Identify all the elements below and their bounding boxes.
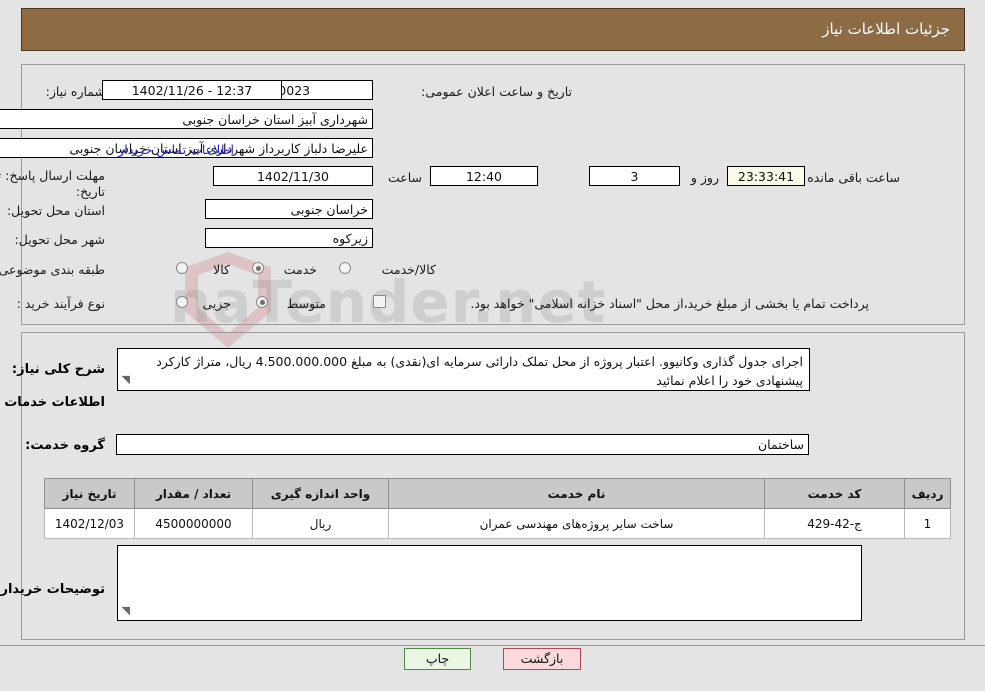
table-row: 1 ج-42-429 ساخت سایر پروژه‌های مهندسی عم… xyxy=(44,508,951,539)
col-service-code: کد خدمت xyxy=(764,478,905,509)
radio-process-motavaset[interactable] xyxy=(256,296,268,308)
label-process-type: نوع فرآیند خرید : xyxy=(16,296,105,311)
cell-service-code: ج-42-429 xyxy=(764,508,905,539)
field-delivery-province[interactable]: خراسان جنوبی xyxy=(205,199,373,219)
field-deadline-date[interactable]: 1402/11/30 xyxy=(213,166,373,186)
print-button[interactable]: چاپ xyxy=(404,648,471,670)
label-summary: شرح کلی نیاز: xyxy=(11,362,105,377)
buyer-contact-link[interactable]: اطلاعات تماس خریدار xyxy=(118,142,234,157)
col-service-name: نام خدمت xyxy=(388,478,765,509)
field-deadline-days[interactable]: 3 xyxy=(589,166,680,186)
field-buyer-org[interactable]: شهرداری آبیز استان خراسان جنوبی xyxy=(0,109,373,129)
header-bar: جزئیات اطلاعات نیاز xyxy=(21,8,965,51)
label-delivery-city: شهر محل تحویل: xyxy=(14,232,105,247)
label-category: طبقه بندی موضوعی: xyxy=(0,262,105,277)
label-delivery-province: استان محل تحویل: xyxy=(6,203,105,218)
col-need-date: تاریخ نیاز xyxy=(44,478,135,509)
cell-need-date: 1402/12/03 xyxy=(44,508,135,539)
label-treasury-note: پرداخت تمام یا بخشی از مبلغ خرید،از محل … xyxy=(470,296,869,311)
services-table: ردیف کد خدمت نام خدمت واحد اندازه گیری ت… xyxy=(44,478,951,539)
textarea-buyer-notes[interactable] xyxy=(117,545,862,621)
back-button[interactable]: بازگشت xyxy=(503,648,581,670)
label-process-jozi: جزیی xyxy=(202,296,231,311)
top-info-panel xyxy=(21,64,965,325)
radio-category-kala[interactable] xyxy=(176,262,188,274)
page-title: جزئیات اطلاعات نیاز xyxy=(822,20,950,38)
field-service-group[interactable]: ساختمان xyxy=(116,434,809,455)
col-row: ردیف xyxy=(904,478,951,509)
footer-divider xyxy=(0,645,985,646)
field-deadline-hour[interactable]: 12:40 xyxy=(430,166,538,186)
table-header-row: ردیف کد خدمت نام خدمت واحد اندازه گیری ت… xyxy=(44,478,951,509)
col-quantity: تعداد / مقدار xyxy=(134,478,253,509)
label-category-kala: کالا xyxy=(213,262,230,277)
label-days-suffix: روز و xyxy=(690,170,719,185)
checkbox-treasury-note[interactable] xyxy=(373,295,386,308)
resize-grip-buyer-notes[interactable]: ◥ xyxy=(122,604,130,617)
label-public-announce: تاریخ و ساعت اعلان عمومی: xyxy=(421,84,572,99)
cell-row: 1 xyxy=(904,508,951,539)
label-countdown-suffix: ساعت باقی مانده xyxy=(807,170,900,185)
label-deadline-hour: ساعت xyxy=(387,170,422,185)
cell-service-name: ساخت سایر پروژه‌های مهندسی عمران xyxy=(388,508,765,539)
radio-category-khedmat[interactable] xyxy=(252,262,264,274)
radio-process-jozi[interactable] xyxy=(176,296,188,308)
resize-grip-summary[interactable]: ◥ xyxy=(122,373,130,386)
label-deadline-line1: مهلت ارسال پاسخ: تا xyxy=(0,168,105,183)
label-category-khedmat: خدمت xyxy=(283,262,317,277)
label-service-group: گروه خدمت: xyxy=(25,438,105,453)
label-deadline-line2: تاریخ: xyxy=(75,184,105,199)
field-countdown: 23:33:41 xyxy=(727,166,805,186)
label-need-number: شماره نیاز: xyxy=(45,84,105,99)
field-delivery-city[interactable]: زیرکوه xyxy=(205,228,373,248)
label-buyer-notes: توضیحات خریدار: xyxy=(0,582,105,597)
textarea-summary[interactable]: اجرای جدول گذاری وکانیوو. اعتبار پروژه ا… xyxy=(117,348,810,391)
label-process-motavaset: متوسط xyxy=(286,296,326,311)
radio-category-kala-khedmat[interactable] xyxy=(339,262,351,274)
cell-unit: ریال xyxy=(252,508,389,539)
label-category-kala-khedmat: کالا/خدمت xyxy=(381,262,436,277)
cell-quantity: 4500000000 xyxy=(134,508,253,539)
field-public-announce[interactable]: 1402/11/26 - 12:37 xyxy=(102,80,282,100)
page-root: naTender.net جزئیات اطلاعات نیاز شماره ن… xyxy=(0,0,985,691)
services-section-title: اطلاعات خدمات مورد نیاز xyxy=(0,395,105,410)
col-unit: واحد اندازه گیری xyxy=(252,478,389,509)
